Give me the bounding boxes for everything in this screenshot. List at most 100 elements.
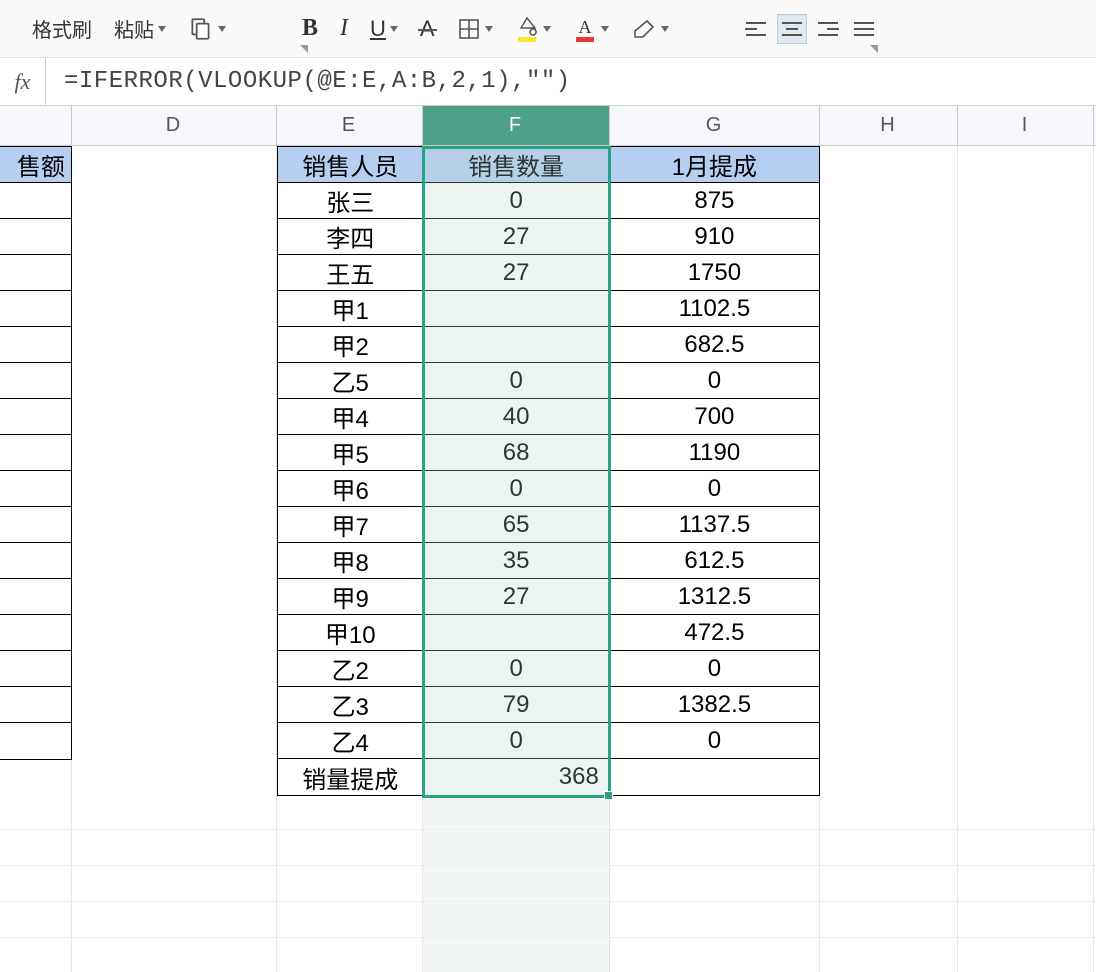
cell-f[interactable]: 40 [423, 399, 609, 435]
cell-g[interactable]: 700 [610, 399, 819, 435]
left-cell[interactable] [0, 327, 71, 363]
column-header-i[interactable]: I [958, 106, 1094, 145]
cell-f[interactable]: 0 [423, 723, 609, 759]
group-expand-icon[interactable] [870, 45, 878, 53]
table-row: 乙3791382.5 [278, 687, 819, 723]
left-cell[interactable]: 00 [0, 507, 71, 543]
cell-e[interactable]: 乙4 [278, 723, 423, 759]
cell-e[interactable]: 甲4 [278, 399, 423, 435]
cell-e[interactable]: 甲8 [278, 543, 423, 579]
format-painter-button[interactable]: 格式刷 [28, 12, 96, 45]
left-cell[interactable] [0, 471, 71, 507]
cell-f[interactable]: 0 [423, 651, 609, 687]
cell-g[interactable]: 0 [610, 723, 819, 759]
formula-input[interactable]: =IFERROR(VLOOKUP(@E:E,A:B,2,1),"") [46, 68, 1096, 95]
cell-f[interactable] [423, 327, 609, 363]
cell-e[interactable]: 甲9 [278, 579, 423, 615]
italic-button[interactable]: I [336, 13, 352, 44]
cell-g[interactable]: 1750 [610, 255, 819, 291]
column-header-partial[interactable] [0, 106, 72, 145]
column-header-h[interactable]: H [820, 106, 958, 145]
bold-button[interactable]: B [298, 13, 322, 44]
cell-f[interactable]: 0 [423, 471, 609, 507]
cell-g[interactable]: 1312.5 [610, 579, 819, 615]
left-cell[interactable]: 00 [0, 399, 71, 435]
left-cell[interactable] [0, 651, 71, 687]
cell-f[interactable]: 0 [423, 363, 609, 399]
cell-e[interactable]: 乙2 [278, 651, 423, 687]
strikethrough-button[interactable]: A [416, 14, 439, 44]
cell-g[interactable]: 1382.5 [610, 687, 819, 723]
table-row [0, 327, 71, 363]
cell-g[interactable]: 682.5 [610, 327, 819, 363]
cell-f[interactable]: 27 [423, 579, 609, 615]
cell-g[interactable] [610, 759, 819, 795]
align-center-button[interactable] [777, 14, 807, 44]
cell-f[interactable]: 35 [423, 543, 609, 579]
cell-g[interactable]: 0 [610, 651, 819, 687]
column-header-e[interactable]: E [277, 106, 423, 145]
cell-f[interactable]: 0 [423, 183, 609, 219]
left-cell[interactable]: 00 [0, 543, 71, 579]
cell-g[interactable]: 1190 [610, 435, 819, 471]
cell-f[interactable]: 27 [423, 219, 609, 255]
cell-f[interactable]: 27 [423, 255, 609, 291]
cell-g[interactable]: 875 [610, 183, 819, 219]
group-expand-icon[interactable] [300, 45, 308, 53]
cell-e[interactable]: 甲6 [278, 471, 423, 507]
column-header-d[interactable]: D [72, 106, 277, 145]
left-cell[interactable]: 00 [0, 183, 71, 219]
cell-g[interactable]: 910 [610, 219, 819, 255]
sheet-body[interactable]: 售额0000000000000000000000 销售人员销售数量1月提成张三0… [0, 146, 1096, 972]
cell-f[interactable]: 368 [423, 759, 609, 795]
eraser-button[interactable] [627, 15, 673, 43]
cell-e[interactable]: 甲1 [278, 291, 423, 327]
fill-color-button[interactable] [511, 13, 555, 45]
paste-button[interactable]: 粘贴 [110, 12, 170, 45]
cell-f[interactable]: 68 [423, 435, 609, 471]
table-row: 00 [0, 219, 71, 255]
cell-e[interactable]: 甲7 [278, 507, 423, 543]
cell-e[interactable]: 张三 [278, 183, 423, 219]
cell-e[interactable]: 乙5 [278, 363, 423, 399]
column-header-g[interactable]: G [610, 106, 820, 145]
cell-g[interactable]: 1137.5 [610, 507, 819, 543]
underline-button[interactable]: U [366, 14, 402, 44]
left-cell[interactable] [0, 363, 71, 399]
left-cell[interactable]: 00 [0, 291, 71, 327]
cell-g[interactable]: 612.5 [610, 543, 819, 579]
column-headers-row: D E F G H I [0, 106, 1096, 146]
cell-g[interactable]: 0 [610, 471, 819, 507]
align-justify-button[interactable] [849, 14, 879, 44]
column-header-f[interactable]: F [423, 106, 610, 145]
cell-e[interactable]: 乙3 [278, 687, 423, 723]
cell-e[interactable]: 甲2 [278, 327, 423, 363]
cell-g[interactable]: 472.5 [610, 615, 819, 651]
table-row: 00 [0, 615, 71, 651]
left-cell[interactable]: 00 [0, 687, 71, 723]
cell-e[interactable]: 销量提成 [278, 759, 423, 795]
cell-f[interactable] [423, 291, 609, 327]
cell-e[interactable]: 甲10 [278, 615, 423, 651]
cell-e[interactable]: 李四 [278, 219, 423, 255]
cell-f[interactable]: 65 [423, 507, 609, 543]
borders-button[interactable] [453, 15, 497, 43]
left-cell[interactable]: 00 [0, 219, 71, 255]
table-row: 00 [0, 183, 71, 219]
align-right-button[interactable] [813, 14, 843, 44]
left-cell[interactable] [0, 723, 71, 759]
cell-g[interactable]: 1102.5 [610, 291, 819, 327]
left-cell[interactable]: 00 [0, 579, 71, 615]
left-cell[interactable]: 00 [0, 255, 71, 291]
cell-g[interactable]: 0 [610, 363, 819, 399]
cell-e[interactable]: 王五 [278, 255, 423, 291]
table-row: 00 [0, 507, 71, 543]
left-cell[interactable]: 00 [0, 435, 71, 471]
copy-button[interactable] [184, 14, 230, 44]
font-color-button[interactable]: A [569, 13, 613, 45]
align-left-button[interactable] [741, 14, 771, 44]
left-cell[interactable]: 00 [0, 615, 71, 651]
cell-f[interactable]: 79 [423, 687, 609, 723]
cell-e[interactable]: 甲5 [278, 435, 423, 471]
cell-f[interactable] [423, 615, 609, 651]
